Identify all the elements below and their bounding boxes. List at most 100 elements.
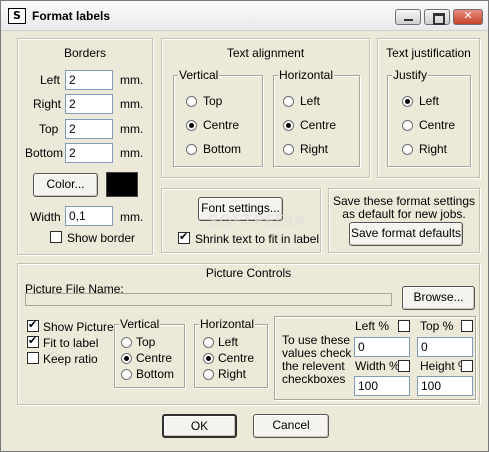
border-right-unit: mm. [120, 97, 144, 111]
text-alignment-panel: Text alignment Vertical Top Centre Botto… [161, 38, 370, 178]
width-pct-input[interactable]: 100 [354, 376, 410, 396]
picture-vertical-group: Vertical Top Centre Bottom [114, 317, 185, 388]
picture-vertical-centre-label: Centre [136, 351, 173, 365]
picture-horizontal-centre-radio[interactable] [203, 353, 214, 364]
border-left-label: Left [40, 73, 61, 87]
text-vertical-top-radio[interactable] [186, 96, 197, 107]
text-vertical-label: Vertical [178, 68, 220, 82]
justify-centre-label: Centre [419, 118, 456, 132]
border-right-input[interactable]: 2 [65, 94, 113, 114]
show-picture-label: Show Picture [43, 320, 114, 334]
color-button[interactable]: Color... [33, 173, 98, 197]
shrink-text-checkbox[interactable] [178, 230, 190, 244]
top-pct-input[interactable]: 0 [417, 337, 473, 357]
fit-to-label-label: Fit to label [43, 336, 99, 350]
border-left-unit: mm. [120, 73, 144, 87]
minimize-button[interactable] [395, 9, 421, 25]
border-width-input[interactable]: 0,1 [65, 206, 113, 226]
picture-vertical-top-radio[interactable] [121, 337, 132, 348]
picture-offsets-group: To use these values check the relevent c… [274, 316, 476, 400]
window-title: Format labels [32, 9, 111, 23]
picture-horizontal-left-radio[interactable] [203, 337, 214, 348]
picture-vertical-top-label: Top [136, 335, 156, 349]
fit-to-label-checkbox[interactable] [27, 334, 39, 348]
keep-ratio-label: Keep ratio [43, 352, 98, 366]
height-pct-checkbox[interactable] [461, 360, 473, 372]
browse-button[interactable]: Browse... [402, 286, 475, 310]
left-pct-label: Left % [355, 319, 390, 333]
maximize-button[interactable] [424, 9, 450, 25]
softpedia-watermark: SOFTPEDIA [208, 211, 307, 230]
top-pct-checkbox[interactable] [461, 320, 473, 332]
picture-vertical-centre-radio[interactable] [121, 353, 132, 364]
save-defaults-text-2: as default for new jobs. [342, 207, 466, 221]
borders-panel: Borders Left 2 mm. Right 2 mm. Top 2 mm.… [17, 38, 153, 255]
picture-horizontal-group: Horizontal Left Centre Right [194, 317, 268, 388]
app-icon: S [8, 8, 26, 24]
title-bar[interactable]: S Format labels ✕ [1, 1, 488, 31]
text-justification-panel: Text justification Justify Left Centre R… [377, 38, 480, 178]
text-horizontal-label: Horizontal [278, 68, 335, 82]
justify-left-label: Left [419, 94, 440, 108]
shrink-text-label: Shrink text to fit in label [195, 232, 320, 246]
offsets-help-line-4: checkboxes [282, 372, 346, 386]
left-pct-checkbox[interactable] [398, 320, 410, 332]
cancel-button[interactable]: Cancel [253, 414, 329, 438]
picture-vertical-bottom-label: Bottom [136, 367, 175, 381]
border-top-unit: mm. [120, 122, 144, 136]
text-horizontal-centre-radio[interactable] [283, 120, 294, 131]
show-border-checkbox[interactable] [50, 231, 62, 243]
justify-left-radio[interactable] [402, 96, 413, 107]
save-defaults-text-1: Save these format settings [332, 194, 476, 208]
border-left-input[interactable]: 2 [65, 70, 113, 90]
height-pct-input[interactable]: 100 [417, 376, 473, 396]
picture-horizontal-centre-label: Centre [218, 351, 255, 365]
border-color-swatch[interactable] [106, 172, 138, 197]
text-horizontal-right-label: Right [300, 142, 329, 156]
borders-title: Borders [63, 46, 107, 60]
border-right-label: Right [33, 97, 62, 111]
save-format-defaults-button[interactable]: Save format defaults [349, 222, 463, 246]
justify-label: Justify [392, 68, 429, 82]
text-horizontal-centre-label: Centre [300, 118, 337, 132]
border-bottom-label: Bottom [25, 146, 64, 160]
picture-horizontal-label: Horizontal [199, 317, 256, 331]
keep-ratio-checkbox[interactable] [27, 352, 39, 364]
picture-vertical-bottom-radio[interactable] [121, 369, 132, 380]
text-justification-title: Text justification [386, 46, 471, 60]
picture-horizontal-left-label: Left [218, 335, 239, 349]
picture-file-input[interactable] [25, 293, 392, 306]
text-horizontal-right-radio[interactable] [283, 144, 294, 155]
show-border-label: Show border [67, 231, 136, 245]
text-vertical-bottom-label: Bottom [203, 142, 242, 156]
picture-controls-panel: Picture Controls Picture File Name: Brow… [17, 263, 480, 405]
text-horizontal-group: Horizontal Left Centre Right [273, 68, 360, 167]
justify-centre-radio[interactable] [402, 120, 413, 131]
justify-right-radio[interactable] [402, 144, 413, 155]
picture-controls-title: Picture Controls [205, 266, 292, 280]
text-horizontal-left-radio[interactable] [283, 96, 294, 107]
border-top-input[interactable]: 2 [65, 119, 113, 139]
width-unit: mm. [120, 210, 144, 224]
border-bottom-input[interactable]: 2 [65, 143, 113, 163]
justify-right-label: Right [419, 142, 448, 156]
ok-button[interactable]: OK [162, 414, 237, 438]
text-horizontal-left-label: Left [300, 94, 321, 108]
left-pct-input[interactable]: 0 [354, 337, 410, 357]
picture-horizontal-right-radio[interactable] [203, 369, 214, 380]
save-defaults-panel: Save these format settings as default fo… [328, 188, 480, 253]
width-pct-checkbox[interactable] [398, 360, 410, 372]
close-button[interactable]: ✕ [453, 9, 483, 25]
justify-group: Justify Left Centre Right [387, 68, 471, 167]
text-vertical-top-label: Top [203, 94, 223, 108]
border-bottom-unit: mm. [120, 146, 144, 160]
text-vertical-centre-label: Centre [203, 118, 240, 132]
width-label: Width [30, 210, 61, 224]
text-vertical-bottom-radio[interactable] [186, 144, 197, 155]
picture-vertical-label: Vertical [119, 317, 161, 331]
format-labels-window: S Format labels ✕ Borders Left 2 mm. Rig… [0, 0, 489, 452]
text-vertical-centre-radio[interactable] [186, 120, 197, 131]
top-pct-label: Top % [420, 319, 454, 333]
text-vertical-group: Vertical Top Centre Bottom [173, 68, 263, 167]
show-picture-checkbox[interactable] [27, 318, 39, 332]
